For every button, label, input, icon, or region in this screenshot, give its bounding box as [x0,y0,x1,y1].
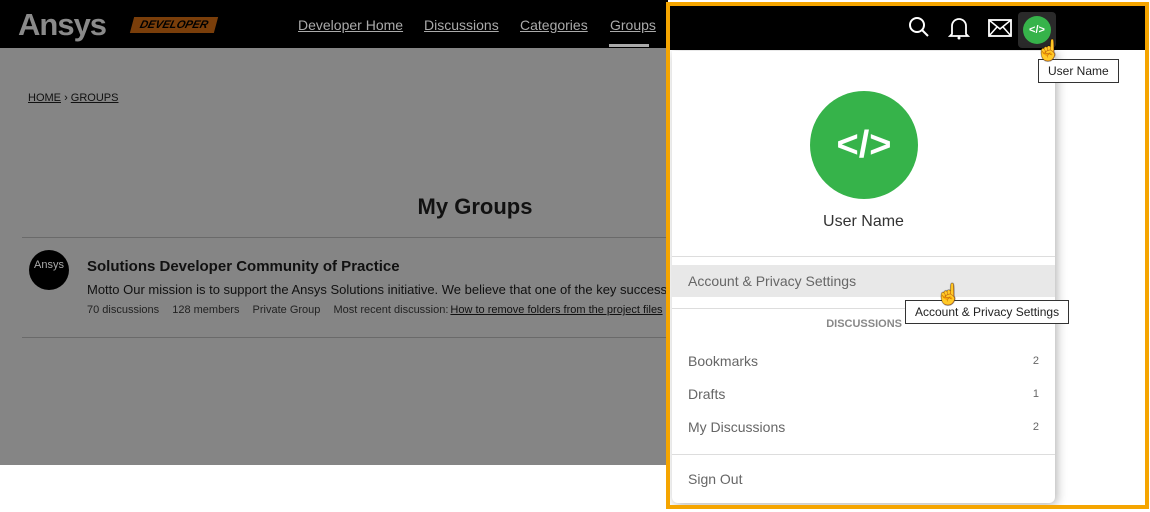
active-nav-indicator [609,44,649,47]
nav-developer-home[interactable]: Developer Home [298,17,403,33]
top-bar: </> [670,6,1145,50]
group-meta: 70 discussions 128 members Private Group… [87,304,663,316]
nav-categories[interactable]: Categories [520,17,588,33]
user-name: User Name [823,213,904,230]
divider [22,237,668,238]
menu-item-label: Bookmarks [688,353,759,369]
ansys-logo[interactable]: Ansys [18,7,107,43]
page-title: My Groups [417,194,533,219]
count-badge: 1 [1032,388,1039,400]
user-menu-dropdown: </> User Name Account & Privacy Settings… [672,51,1055,503]
discussion-count: 70 discussions [87,304,160,316]
menu-item-drafts[interactable]: Drafts 1 [672,378,1055,410]
search-icon[interactable] [908,16,930,44]
developer-badge: DEVELOPER [129,17,219,33]
member-count: 128 members [172,304,240,316]
site-header: Ansys DEVELOPER Developer Home Discussio… [0,0,668,48]
page-background: Ansys DEVELOPER Developer Home Discussio… [0,0,668,465]
group-type: Private Group [252,304,321,316]
bell-icon[interactable] [947,16,971,46]
group-description: Motto Our mission is to support the Ansy… [87,282,667,297]
nav-discussions[interactable]: Discussions [424,17,499,33]
highlight-frame: </> </> User Name Account & Privacy Sett… [666,2,1149,509]
section-heading-discussions: DISCUSSIONS [826,318,902,330]
menu-item-bookmarks[interactable]: Bookmarks 2 [672,345,1055,377]
hand-cursor-icon: ☝ [936,284,961,306]
mail-icon[interactable] [988,19,1012,43]
menu-item-label: Sign Out [688,471,743,487]
breadcrumb: HOME › GROUPS [28,92,118,104]
breadcrumb-separator: › [64,92,68,104]
menu-item-sign-out[interactable]: Sign Out [672,463,1055,495]
count-badge: 2 [1032,355,1039,367]
group-avatar[interactable]: Ansys [29,250,69,290]
group-name[interactable]: Solutions Developer Community of Practic… [87,258,400,275]
hand-cursor-icon: ☝ [1036,40,1061,62]
count-badge: 2 [1032,421,1039,433]
menu-item-my-discussions[interactable]: My Discussions 2 [672,411,1055,443]
user-avatar-large: </> [810,91,918,199]
breadcrumb-groups[interactable]: GROUPS [71,92,119,104]
menu-item-account-privacy[interactable]: Account & Privacy Settings [672,265,1055,297]
recent-discussion-link[interactable]: How to remove folders from the project f… [450,304,662,316]
menu-item-label: Drafts [688,386,726,402]
menu-item-label: Account & Privacy Settings [688,273,857,289]
recent-label: Most recent discussion: [333,304,449,316]
tooltip-account-privacy: Account & Privacy Settings [905,300,1070,324]
nav-groups[interactable]: Groups [610,17,656,33]
menu-item-label: My Discussions [688,419,786,435]
divider [22,337,668,338]
divider [672,256,1055,257]
divider [672,454,1055,455]
breadcrumb-home[interactable]: HOME [28,92,61,104]
